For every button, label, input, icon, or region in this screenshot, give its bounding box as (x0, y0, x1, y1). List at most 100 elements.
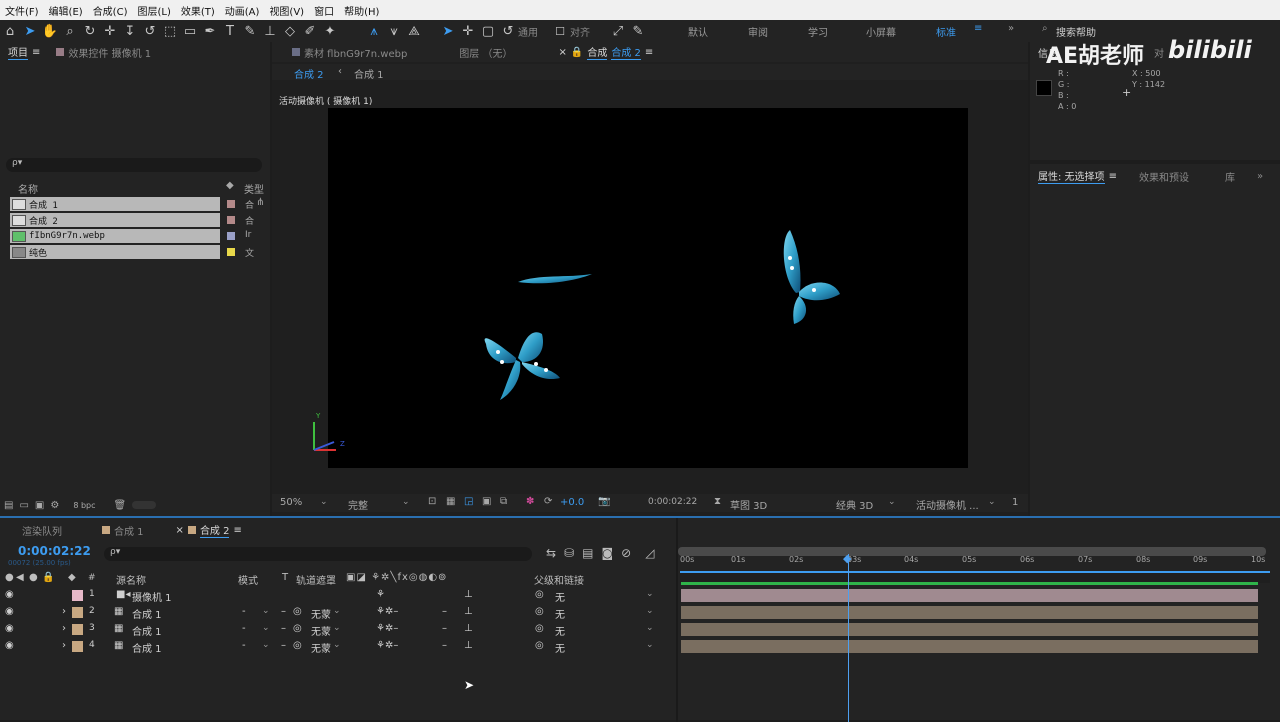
menu-file[interactable]: 文件(F) (0, 3, 44, 18)
workspace-learn[interactable]: 学习 (808, 24, 828, 39)
preserve-transparency[interactable]: – (281, 623, 286, 634)
mode-select[interactable]: - (242, 623, 246, 634)
trackmatte-select[interactable]: 无蒙 (311, 640, 331, 655)
mode-select[interactable]: - (242, 640, 246, 651)
snapshot-icon[interactable]: 📷 (598, 496, 610, 507)
layer-duration-bar[interactable] (681, 606, 1258, 619)
matte-pickwhip-icon[interactable]: ◎ (293, 640, 302, 651)
project-search[interactable]: ρ▾ (6, 158, 262, 172)
visibility-eye-icon[interactable]: ◉ (5, 606, 14, 617)
search-help-field[interactable]: 搜索帮助 (1056, 24, 1096, 39)
hand-tool-icon[interactable]: ✋ (40, 22, 60, 40)
lock-icon[interactable]: 🔒 (571, 47, 583, 58)
motion-blur-switch[interactable]: – (442, 606, 447, 617)
layer-duration-bar[interactable] (681, 623, 1258, 636)
layer-duration-bar[interactable] (681, 640, 1258, 653)
matte-pickwhip-icon[interactable]: ◎ (293, 606, 302, 617)
exposure-reset-icon[interactable]: ⟳ (544, 496, 552, 507)
roto-brush-icon[interactable]: ✐ (300, 22, 320, 40)
parent-pickwhip-icon[interactable]: ◎ (535, 640, 544, 651)
zoom-tool-icon[interactable]: ⌕ (60, 22, 80, 40)
col-mode-header[interactable]: 模式 (238, 572, 258, 587)
panel-menu-icon[interactable]: ≡ (32, 47, 40, 58)
zoom-select[interactable]: 50% (280, 497, 302, 508)
trackmatte-select[interactable]: 无蒙 (311, 606, 331, 621)
lock-switch-icon[interactable]: 🔒 (42, 572, 54, 583)
project-settings-icon[interactable]: ⚙ (50, 500, 59, 511)
solo-switch-icon[interactable]: ● (29, 572, 38, 583)
project-item[interactable]: fIbnG9r7n.webp (10, 229, 220, 243)
menu-help[interactable]: 帮助(H) (339, 3, 384, 18)
move-icon[interactable]: ✛ (458, 22, 478, 40)
view-select[interactable]: 活动摄像机 ... (916, 497, 979, 512)
motion-blur-icon[interactable]: ◙ (601, 546, 613, 560)
resolution-select[interactable]: 完整 (348, 497, 368, 512)
rectangle-tool-icon[interactable]: ▭ (180, 22, 200, 40)
menu-edit[interactable]: 编辑(E) (44, 3, 88, 18)
world-axis-icon[interactable]: ⩛ (384, 22, 404, 40)
menu-window[interactable]: 窗口 (309, 3, 339, 18)
pickwhip-icon[interactable]: ⊥ (464, 589, 473, 600)
rotate-icon[interactable]: ↺ (498, 22, 518, 40)
preserve-transparency[interactable]: – (281, 640, 286, 651)
timeline-search[interactable]: ρ▾ (104, 547, 532, 561)
mode-select[interactable]: - (242, 606, 246, 617)
col-type-header[interactable]: 类型 (244, 181, 264, 196)
panel-overflow-icon[interactable]: » (1249, 171, 1271, 182)
pan-camera-icon[interactable]: ✛ (100, 22, 120, 40)
scale-icon[interactable]: ▢ (478, 22, 498, 40)
tab-properties[interactable]: 属性: 无选择项 ≡ (1030, 168, 1125, 184)
clone-stamp-icon[interactable]: ⊥ (260, 22, 280, 40)
expand-chevron-icon[interactable]: › (62, 640, 66, 651)
parent-pickwhip-icon[interactable]: ◎ (535, 606, 544, 617)
workspace-standard[interactable]: 标准 (936, 24, 956, 39)
rotate-tool-icon[interactable]: ↺ (140, 22, 160, 40)
matte-pickwhip-icon[interactable]: ◎ (293, 623, 302, 634)
panel-menu-icon[interactable]: ≡ (1109, 171, 1117, 182)
label-swatch[interactable] (227, 200, 235, 208)
tab-comp1[interactable]: 合成 1 (94, 523, 152, 538)
curve-editor-icon[interactable]: ◿ (645, 546, 654, 560)
layer-switch-icons[interactable]: ⚘✲– (376, 606, 398, 617)
playhead-handle-icon[interactable]: ◆ (843, 552, 851, 565)
col-number-header[interactable]: # (88, 573, 96, 583)
breadcrumb-item-comp1[interactable]: 合成 1 (354, 66, 384, 81)
interpret-footage-icon[interactable]: ▤ (4, 500, 13, 511)
text-tool-icon[interactable]: T (220, 22, 240, 40)
layer-label-swatch[interactable] (72, 607, 83, 618)
breadcrumb-item-comp2[interactable]: 合成 2 (294, 66, 324, 81)
tab-effect-controls[interactable]: 效果控件 摄像机 1 (48, 45, 159, 60)
layer-label-swatch[interactable] (72, 590, 83, 601)
playhead-line[interactable] (848, 554, 849, 722)
3d-layer-icon[interactable]: ⊥ (464, 640, 473, 651)
label-tag-icon[interactable]: ◆ (68, 572, 76, 583)
menu-composition[interactable]: 合成(C) (88, 3, 133, 18)
tab-effects-presets[interactable]: 效果和预设 (1131, 169, 1197, 184)
trackmatte-select[interactable]: 无蒙 (311, 623, 331, 638)
frame-blending-icon[interactable]: ▤ (582, 546, 593, 560)
grid-guides-icon[interactable]: ▣ (482, 496, 491, 507)
exposure-value[interactable]: +0.0 (560, 497, 584, 508)
dolly-camera-icon[interactable]: ↧ (120, 22, 140, 40)
workspace-review[interactable]: 审阅 (748, 24, 768, 39)
selection-tool-icon[interactable]: ➤ (20, 22, 40, 40)
orbit-camera-icon[interactable]: ↻ (80, 22, 100, 40)
draft3d-label[interactable]: 草图 3D (730, 497, 767, 512)
roi-icon[interactable]: ⊡ (428, 496, 436, 507)
view-axis-icon[interactable]: ⟁ (404, 22, 424, 40)
align-label[interactable]: 对齐 (570, 24, 590, 39)
label-swatch[interactable] (227, 248, 235, 256)
workspace-small-screen[interactable]: 小屏幕 (866, 24, 896, 39)
3d-layer-icon[interactable]: ⊥ (464, 606, 473, 617)
layer-name[interactable]: 合成 1 (132, 606, 162, 621)
bpc-label[interactable]: 8 bpc (73, 501, 95, 510)
label-swatch[interactable] (227, 216, 235, 224)
motion-blur-switch[interactable]: – (442, 623, 447, 634)
parent-pickwhip-icon[interactable]: ◎ (535, 589, 544, 600)
preserve-transparency[interactable]: – (281, 606, 286, 617)
viewer-timecode[interactable]: 0:00:02:22 (648, 497, 697, 507)
puppet-pin-icon[interactable]: ✦ (320, 22, 340, 40)
shy-layers-icon[interactable]: ⛁ (564, 546, 574, 560)
layer-switch-icons[interactable]: ⚘✲– (376, 623, 398, 634)
brush-tool-icon[interactable]: ✎ (240, 22, 260, 40)
